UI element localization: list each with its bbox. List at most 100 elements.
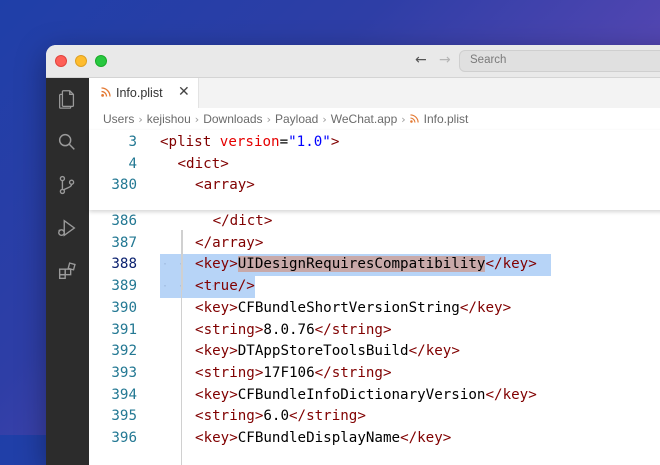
code-line[interactable]: 3 <plist version="1.0"> bbox=[89, 132, 660, 154]
line-number: 396 bbox=[111, 430, 137, 446]
breadcrumb-item[interactable]: Downloads bbox=[203, 112, 262, 126]
breadcrumb-separator-icon: › bbox=[266, 113, 271, 126]
code-token: <string> bbox=[195, 321, 264, 338]
code-token: = bbox=[279, 134, 289, 150]
title-bar: ← → Search bbox=[46, 45, 660, 78]
code-token: <key> bbox=[195, 343, 238, 360]
code-line[interactable]: 391 <string>8.0.76</string> bbox=[89, 320, 660, 342]
code-text: <key>CFBundleInfoDictionaryVersion</key> bbox=[195, 385, 537, 407]
line-number: 391 bbox=[111, 321, 137, 338]
extensions-icon[interactable] bbox=[56, 260, 78, 282]
breadcrumb-separator-icon: › bbox=[401, 113, 406, 126]
back-arrow-icon[interactable]: ← bbox=[415, 52, 427, 68]
close-tab-icon[interactable]: ✕ bbox=[178, 84, 190, 100]
code-line[interactable]: 390 <key>CFBundleShortVersionString</key> bbox=[89, 298, 660, 320]
code-text: <key>DTAppStoreToolsBuild</key> bbox=[195, 341, 460, 363]
close-window-button[interactable] bbox=[55, 55, 67, 67]
code-token: </key> bbox=[485, 256, 537, 273]
tab-bar: Info.plist ✕ bbox=[89, 78, 660, 109]
breadcrumb-item[interactable]: WeChat.app bbox=[331, 112, 398, 126]
explorer-icon[interactable] bbox=[56, 88, 78, 110]
code-text: <string>8.0.76</string> bbox=[195, 320, 391, 342]
code-token: </string> bbox=[314, 364, 392, 381]
source-control-icon[interactable] bbox=[56, 174, 78, 196]
command-center-search[interactable]: Search bbox=[459, 50, 660, 72]
breadcrumb-item[interactable]: Payload bbox=[275, 112, 318, 126]
code-token: </dict> bbox=[212, 213, 273, 229]
breadcrumb-separator-icon: › bbox=[194, 113, 200, 126]
code-line[interactable]: 393 <string>17F106</string> bbox=[89, 363, 660, 385]
line-number: 4 bbox=[128, 155, 137, 172]
rss-file-icon bbox=[409, 114, 419, 123]
line-number: 395 bbox=[111, 408, 137, 425]
code-line[interactable]: 396 <key>CFBundleDisplayName</key> bbox=[89, 428, 660, 450]
zoom-window-button[interactable] bbox=[95, 55, 107, 67]
breadcrumb-item[interactable]: Info.plist bbox=[424, 112, 469, 126]
code-token: <key> bbox=[195, 256, 238, 273]
breadcrumb-separator-icon: › bbox=[322, 113, 327, 126]
code-token: "1.0" bbox=[288, 134, 331, 150]
line-number: 390 bbox=[111, 299, 137, 316]
highlighted-word: UIDesignRequiresCompatibility bbox=[237, 256, 486, 273]
code-text: <string>17F106</string> bbox=[195, 363, 391, 385]
code-line[interactable]: 380 <array> bbox=[89, 175, 660, 197]
code-token: DTAppStoreToolsBuild bbox=[237, 343, 409, 360]
code-token: </string> bbox=[314, 321, 392, 338]
code-line[interactable]: 387 </array> bbox=[89, 233, 660, 255]
breadcrumb: Users › kejishou › Downloads › Payload › WeChat.… bbox=[89, 108, 660, 130]
line-number: 388 bbox=[111, 256, 137, 273]
code-token: > bbox=[330, 134, 340, 150]
forward-arrow-icon[interactable]: → bbox=[439, 52, 451, 68]
line-number: 392 bbox=[111, 343, 137, 360]
code-token: </key> bbox=[408, 343, 460, 360]
code-line[interactable]: · · · · 388 <key>UIDesignRequiresCompatibi… bbox=[89, 254, 660, 277]
line-number: 3 bbox=[128, 134, 137, 150]
code-text: <key>CFBundleShortVersionString</key> bbox=[195, 298, 511, 320]
code-token: 17F106 bbox=[263, 364, 315, 381]
indent-guide bbox=[182, 230, 184, 290]
code-token: </key> bbox=[400, 430, 452, 446]
code-line[interactable]: 392 <key>DTAppStoreToolsBuild</key> bbox=[89, 341, 660, 363]
minimize-window-button[interactable] bbox=[75, 55, 87, 67]
activity-bar bbox=[46, 78, 89, 465]
code-text: <string>6.0</string> bbox=[195, 406, 366, 428]
line-number: 386 bbox=[111, 213, 137, 229]
code-line[interactable]: 395 <string>6.0</string> bbox=[89, 406, 660, 428]
code-token: CFBundleDisplayName bbox=[237, 430, 401, 446]
line-number: 393 bbox=[111, 364, 137, 381]
code-text: <dict> bbox=[178, 154, 229, 176]
rss-file-icon bbox=[101, 87, 111, 97]
indent-guide bbox=[180, 230, 182, 465]
line-number: 387 bbox=[111, 234, 137, 251]
breadcrumb-item[interactable]: Users bbox=[103, 112, 134, 126]
breadcrumb-separator-icon: › bbox=[138, 113, 143, 126]
code-token: </key> bbox=[485, 386, 537, 403]
code-line[interactable]: 4 <dict> bbox=[89, 154, 660, 176]
search-icon[interactable] bbox=[56, 131, 78, 153]
code-token: </array> bbox=[195, 234, 264, 251]
code-token: <string> bbox=[195, 364, 264, 381]
code-text: <key>UIDesignRequiresCompatibility</key> bbox=[195, 254, 537, 276]
breadcrumb-item[interactable]: kejishou bbox=[147, 112, 191, 126]
code-editor[interactable]: 3 <plist version="1.0"> 4 <dict> 380 <array> … bbox=[89, 130, 660, 465]
code-token: CFBundleInfoDictionaryVersion bbox=[237, 386, 486, 403]
code-token: CFBundleShortVersionString bbox=[237, 299, 460, 316]
sticky-scroll-header[interactable]: 3 <plist version="1.0"> 4 <dict> 380 <array> bbox=[89, 130, 660, 210]
code-line[interactable]: 394 <key>CFBundleInfoDictionaryVersion</k… bbox=[89, 385, 660, 407]
code-line[interactable]: 386 </dict> bbox=[89, 211, 660, 233]
code-token: <array> bbox=[195, 177, 255, 194]
line-number: 394 bbox=[111, 386, 137, 403]
search-placeholder: Search bbox=[470, 54, 507, 66]
tab-info-plist[interactable]: Info.plist ✕ bbox=[89, 78, 199, 108]
code-token: <dict> bbox=[177, 155, 229, 172]
code-text: <key>CFBundleDisplayName</key> bbox=[195, 428, 451, 450]
code-text: </dict> bbox=[213, 211, 273, 233]
code-token: version bbox=[219, 134, 280, 150]
code-token: <key> bbox=[195, 386, 238, 403]
code-token: </string> bbox=[289, 408, 366, 425]
code-text: <plist version="1.0"> bbox=[160, 132, 339, 154]
code-text: <array> bbox=[195, 175, 255, 197]
run-debug-icon[interactable] bbox=[56, 217, 78, 239]
code-line[interactable]: · · · · 389 <true/> bbox=[89, 276, 660, 298]
editor-window: ← → Search Info.plist ✕ Users › kejishou… bbox=[46, 45, 660, 465]
